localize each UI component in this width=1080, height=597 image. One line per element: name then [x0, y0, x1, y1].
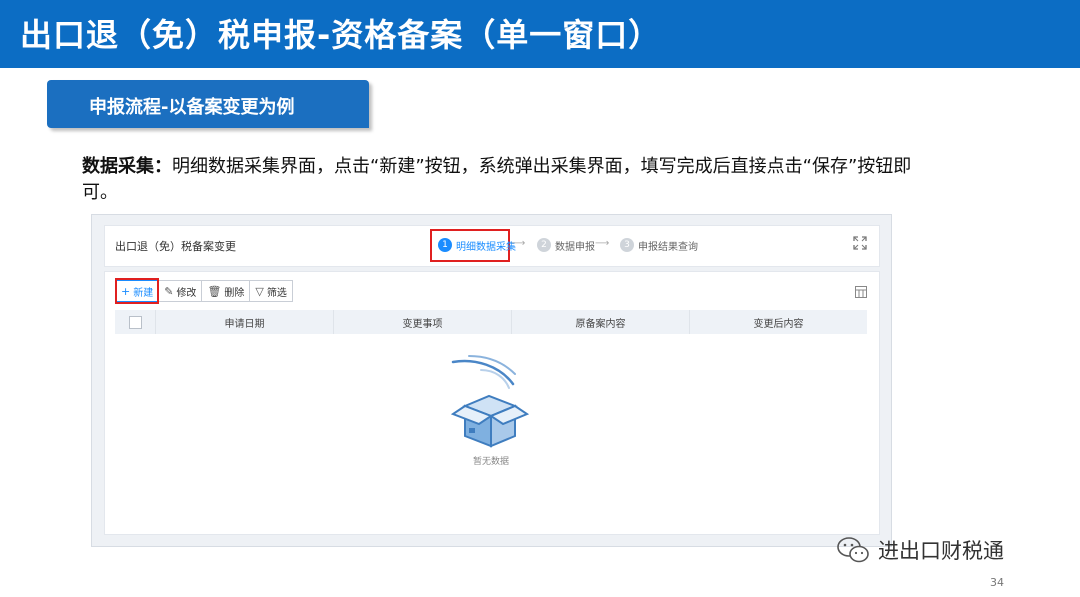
- app-header: 出口退（免）税备案变更 1 明细数据采集 ⟶ 2 数据申报 ⟶ 3 申报结果查询: [104, 225, 880, 267]
- delete-button-label: 删除: [224, 287, 245, 299]
- arrow-right-icon: ⟶: [511, 238, 526, 249]
- fullscreen-icon[interactable]: [853, 236, 867, 250]
- filter-button[interactable]: ▽ 筛选: [249, 280, 293, 302]
- app-screenshot: 出口退（免）税备案变更 1 明细数据采集 ⟶ 2 数据申报 ⟶ 3 申报结果查询…: [91, 214, 892, 547]
- watermark-text: 进出口财税通: [878, 539, 1004, 563]
- trash-icon: 🗑: [207, 284, 222, 298]
- app-body: + 新建 ✎ 修改 🗑 删除 ▽ 筛选 申请日期 变更事项 原备案内容 变更后内…: [104, 271, 880, 535]
- step-label: 明细数据采集: [456, 241, 516, 253]
- delete-button[interactable]: 🗑 删除: [201, 280, 251, 302]
- edit-button-label: 修改: [176, 287, 197, 299]
- step-label: 申报结果查询: [638, 241, 698, 253]
- edit-button[interactable]: ✎ 修改: [158, 280, 203, 302]
- step-label: 数据申报: [555, 241, 595, 253]
- description-text: 明细数据采集界面，点击“新建”按钮，系统弹出采集界面，填写完成后直接点击“保存”…: [82, 156, 912, 203]
- description: 数据采集：明细数据采集界面，点击“新建”按钮，系统弹出采集界面，填写完成后直接点…: [82, 154, 942, 206]
- step-1[interactable]: 1 明细数据采集: [438, 237, 516, 253]
- section-label: 申报流程-以备案变更为例: [89, 97, 295, 118]
- empty-box-icon: [450, 355, 530, 448]
- column-settings-icon[interactable]: [855, 286, 867, 298]
- step-3[interactable]: 3 申报结果查询: [620, 237, 698, 253]
- step-number: 2: [537, 238, 551, 252]
- title-banner: 出口退（免）税申报-资格备案（单一窗口）: [0, 0, 1080, 68]
- slide-title: 出口退（免）税申报-资格备案（单一窗口）: [20, 16, 662, 54]
- filter-icon: ▽: [255, 284, 264, 298]
- app-title: 出口退（免）税备案变更: [115, 240, 236, 253]
- select-all-checkbox[interactable]: [115, 310, 155, 334]
- wechat-watermark: 进出口财税通: [836, 535, 1004, 565]
- arrow-right-icon: ⟶: [595, 238, 610, 249]
- step-number: 3: [620, 238, 634, 252]
- description-heading: 数据采集：: [82, 156, 172, 177]
- wechat-icon: [837, 537, 869, 563]
- step-2[interactable]: 2 数据申报: [537, 237, 595, 253]
- column-header: 原备案内容: [511, 310, 689, 334]
- page-number: 34: [990, 576, 1004, 589]
- section-header: 申报流程-以备案变更为例: [47, 80, 369, 128]
- table-header: 申请日期 变更事项 原备案内容 变更后内容: [115, 310, 867, 334]
- column-header: 申请日期: [155, 310, 333, 334]
- empty-state-text: 暂无数据: [472, 457, 509, 467]
- column-header: 变更后内容: [689, 310, 867, 334]
- edit-icon: ✎: [164, 284, 174, 298]
- step-number: 1: [438, 238, 452, 252]
- column-header: 变更事项: [333, 310, 511, 334]
- new-button-highlight-box: [115, 278, 159, 304]
- filter-button-label: 筛选: [266, 287, 287, 299]
